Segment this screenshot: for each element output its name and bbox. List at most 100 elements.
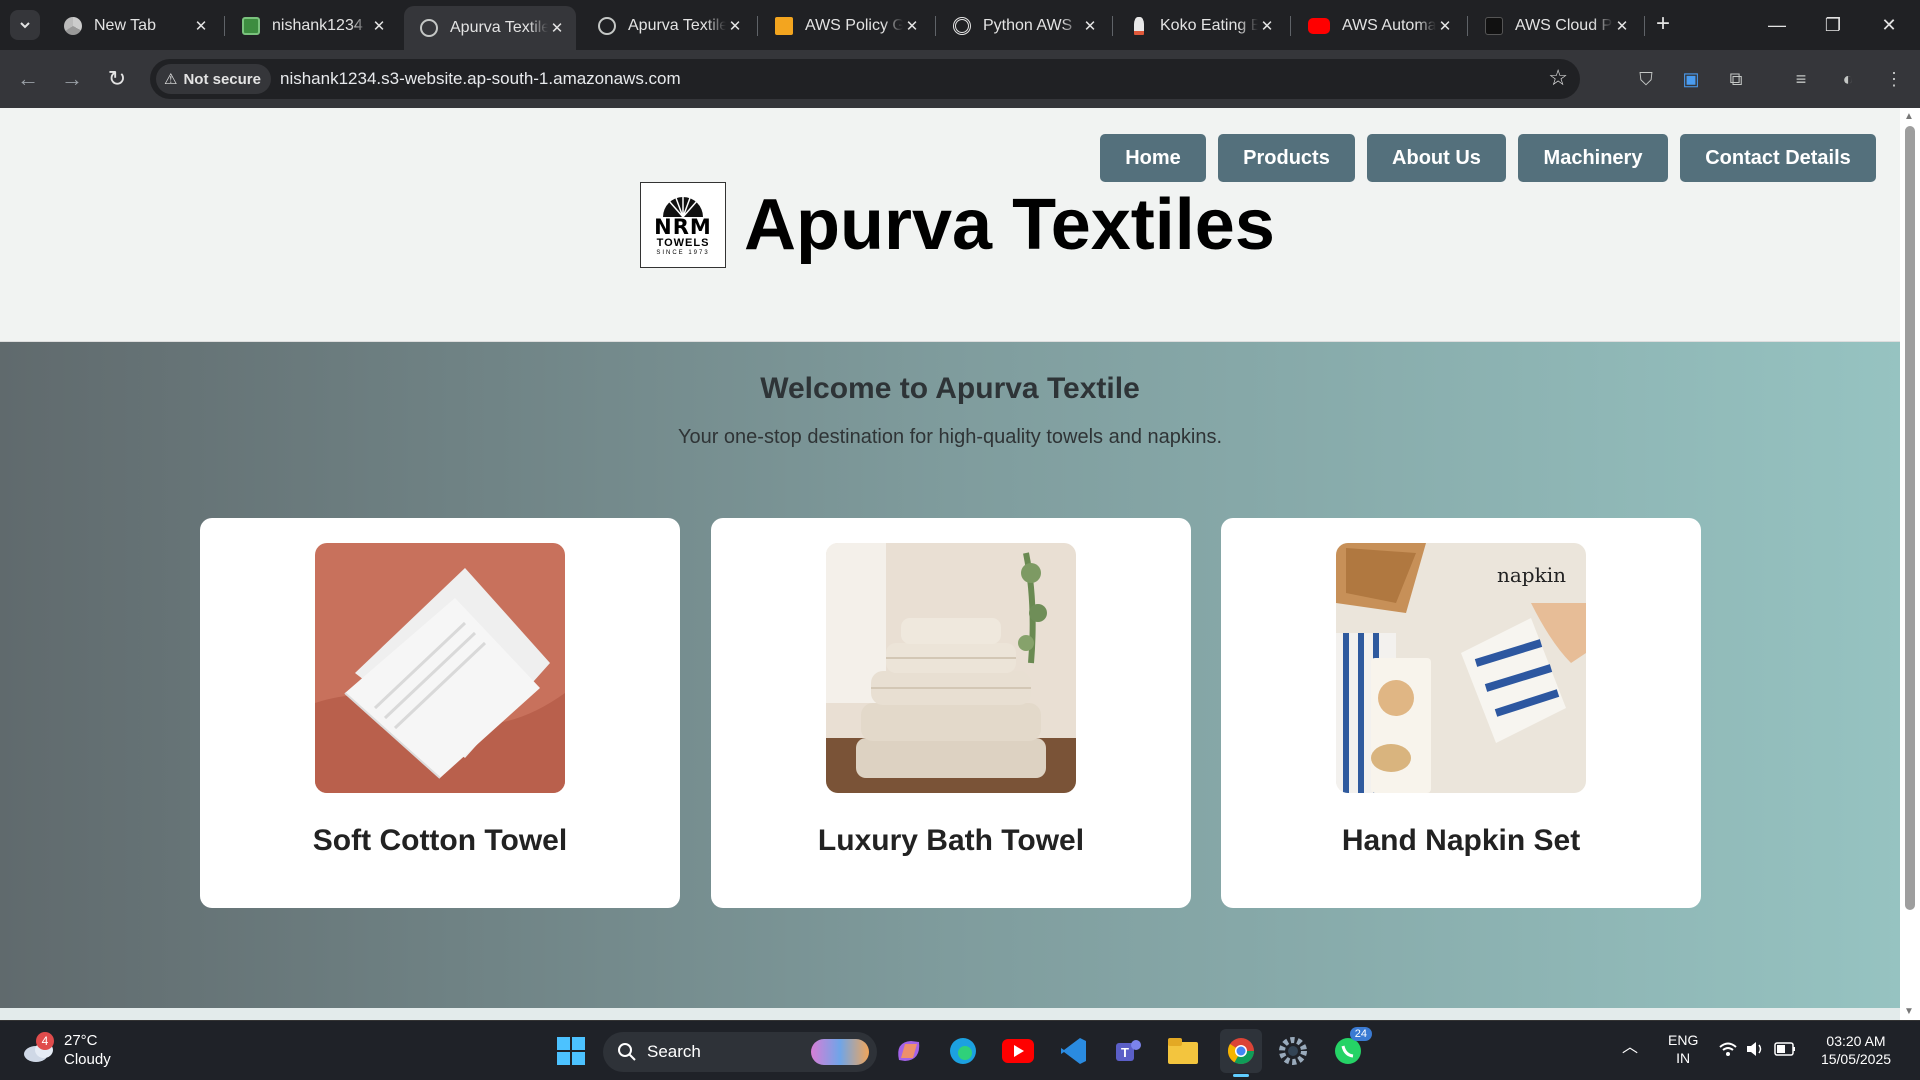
file-explorer-icon[interactable]: [1165, 1033, 1201, 1069]
scrollbar-thumb[interactable]: [1905, 126, 1915, 910]
nrm-towels-logo: NRM TOWELS SINCE 1973: [640, 182, 726, 268]
tab-python-aws[interactable]: Python AWS ✕: [937, 8, 1109, 44]
minimize-button[interactable]: —: [1754, 10, 1800, 40]
copilot-icon[interactable]: [890, 1033, 926, 1069]
rocket-icon: [1134, 17, 1144, 35]
close-icon[interactable]: ✕: [1081, 17, 1099, 35]
volume-icon[interactable]: [1745, 1041, 1765, 1061]
scroll-down-arrow-icon[interactable]: ▼: [1904, 1006, 1914, 1017]
media-control-icon[interactable]: ≡: [1787, 65, 1815, 93]
extensions-puzzle-icon[interactable]: ⧉: [1722, 65, 1750, 93]
youtube-app-icon[interactable]: [1000, 1033, 1036, 1069]
tab-title: AWS Policy Generator: [805, 17, 903, 34]
tab-search-button[interactable]: [10, 10, 40, 40]
profile-avatar[interactable]: ◐: [1834, 65, 1862, 93]
close-icon[interactable]: ✕: [1613, 17, 1631, 35]
tab-new-tab[interactable]: New Tab ✕: [48, 8, 220, 44]
tab-aws-policy-generator[interactable]: AWS Policy Generator ✕: [759, 8, 931, 44]
nav-products-button[interactable]: Products: [1218, 134, 1355, 182]
edge-icon[interactable]: [945, 1033, 981, 1069]
web-page: Home Products About Us Machinery Contact…: [0, 108, 1900, 1008]
battery-icon[interactable]: [1774, 1042, 1796, 1060]
search-icon: [618, 1043, 636, 1061]
back-button[interactable]: ←: [12, 63, 44, 95]
tab-nishank1234[interactable]: nishank1234 ✕: [226, 8, 398, 44]
settings-gear-icon[interactable]: [1275, 1033, 1311, 1069]
wifi-icon[interactable]: [1718, 1041, 1738, 1061]
scroll-up-arrow-icon[interactable]: ▲: [1904, 111, 1914, 122]
openai-icon: [953, 17, 971, 35]
soft-cotton-towel-image: [315, 543, 565, 793]
nav-home-button[interactable]: Home: [1100, 134, 1206, 182]
windows-start-icon[interactable]: [553, 1033, 589, 1069]
translate-extension-icon[interactable]: ▣: [1677, 65, 1705, 93]
hand-napkin-set-image: napkin: [1336, 543, 1586, 793]
tab-apurva-textiles-active[interactable]: Apurva Textiles ✕: [404, 6, 576, 50]
logo-line3: SINCE 1973: [656, 250, 710, 256]
taskbar-search-box[interactable]: Search: [603, 1032, 877, 1072]
nav-contact-details-button[interactable]: Contact Details: [1680, 134, 1876, 182]
aws-box-icon: [775, 17, 793, 35]
close-icon[interactable]: ✕: [726, 17, 744, 35]
vscode-icon[interactable]: [1055, 1033, 1091, 1069]
clock-time: 03:20 AM: [1826, 1033, 1886, 1049]
tab-koko-eating-bananas[interactable]: Koko Eating Bananas ✕: [1114, 8, 1286, 44]
aws-icon: [1485, 17, 1503, 35]
tab-aws-automation[interactable]: AWS Automation ✕: [1292, 8, 1464, 44]
close-icon[interactable]: ✕: [903, 17, 921, 35]
site-header: Home Products About Us Machinery Contact…: [0, 108, 1900, 342]
product-name: Soft Cotton Towel: [312, 824, 568, 857]
globe-icon: [420, 19, 438, 37]
close-window-button[interactable]: ✕: [1866, 10, 1912, 40]
tab-divider: [224, 16, 225, 36]
close-icon[interactable]: ✕: [1436, 17, 1454, 35]
tab-divider: [935, 16, 936, 36]
close-icon[interactable]: ✕: [1258, 17, 1276, 35]
tagline: Your one-stop destination for high-quali…: [677, 426, 1223, 448]
close-icon[interactable]: ✕: [370, 17, 388, 35]
url-text[interactable]: nishank1234.s3-website.ap-south-1.amazon…: [280, 69, 681, 89]
weather-widget[interactable]: 4 27°C Cloudy: [22, 1031, 111, 1069]
tab-title: AWS Cloud Practitioner: [1515, 17, 1613, 34]
weather-condition: Cloudy: [64, 1051, 111, 1068]
tab-title: nishank1234: [272, 17, 363, 34]
bookmark-star-icon[interactable]: ☆: [1548, 65, 1568, 91]
search-highlight-icon: [811, 1039, 869, 1065]
reload-button[interactable]: ↻: [101, 63, 133, 95]
language-indicator[interactable]: ENG IN: [1668, 1031, 1698, 1067]
site-title: Apurva Textiles: [744, 185, 1275, 265]
tab-title: Koko Eating Bananas: [1160, 17, 1258, 34]
nav-machinery-button[interactable]: Machinery: [1518, 134, 1668, 182]
browser-toolbar: ← → ↻ ⚠ Not secure nishank1234.s3-websit…: [0, 50, 1920, 108]
product-card-hand-napkin-set[interactable]: napkin Hand Napkin Set: [1221, 518, 1701, 908]
nav-about-us-button[interactable]: About Us: [1367, 134, 1506, 182]
product-card-soft-cotton-towel[interactable]: Soft Cotton Towel: [200, 518, 680, 908]
clock[interactable]: 03:20 AM 15/05/2025: [1816, 1032, 1896, 1068]
address-bar[interactable]: ⚠ Not secure nishank1234.s3-website.ap-s…: [150, 59, 1580, 99]
shield-extension-icon[interactable]: ⛉: [1632, 65, 1660, 93]
product-name: Luxury Bath Towel: [817, 824, 1085, 857]
close-icon[interactable]: ✕: [548, 19, 566, 37]
teams-icon[interactable]: T: [1110, 1033, 1146, 1069]
napkin-image-caption: napkin: [1496, 563, 1566, 587]
page-scrollbar[interactable]: ▲ ▼: [1900, 108, 1920, 1020]
tab-apurva-textiles[interactable]: Apurva Textiles ✕: [582, 8, 754, 44]
chrome-taskbar-icon[interactable]: [1220, 1029, 1262, 1077]
menu-kebab-icon[interactable]: ⋮: [1880, 65, 1908, 93]
hero-section: Welcome to Apurva Textile Your one-stop …: [0, 342, 1900, 1008]
site-info-button[interactable]: ⚠ Not secure: [156, 64, 271, 94]
close-icon[interactable]: ✕: [192, 17, 210, 35]
logo-line2: TOWELS: [656, 237, 710, 249]
chevron-down-icon: [20, 22, 30, 29]
tab-divider: [757, 16, 758, 36]
restore-button[interactable]: ❐: [1810, 10, 1856, 40]
tab-title: AWS Automation: [1342, 17, 1436, 34]
product-card-luxury-bath-towel[interactable]: Luxury Bath Towel: [711, 518, 1191, 908]
tab-aws-cloud-practitioner[interactable]: AWS Cloud Practitioner ✕: [1469, 8, 1641, 44]
new-tab-button[interactable]: +: [1650, 12, 1676, 38]
logo-line1: NRM: [654, 215, 712, 239]
whatsapp-icon[interactable]: 24: [1330, 1027, 1372, 1069]
chevron-up-icon[interactable]: ︿: [1622, 1039, 1638, 1057]
forward-button[interactable]: →: [56, 63, 88, 95]
active-indicator: [1233, 1074, 1249, 1077]
